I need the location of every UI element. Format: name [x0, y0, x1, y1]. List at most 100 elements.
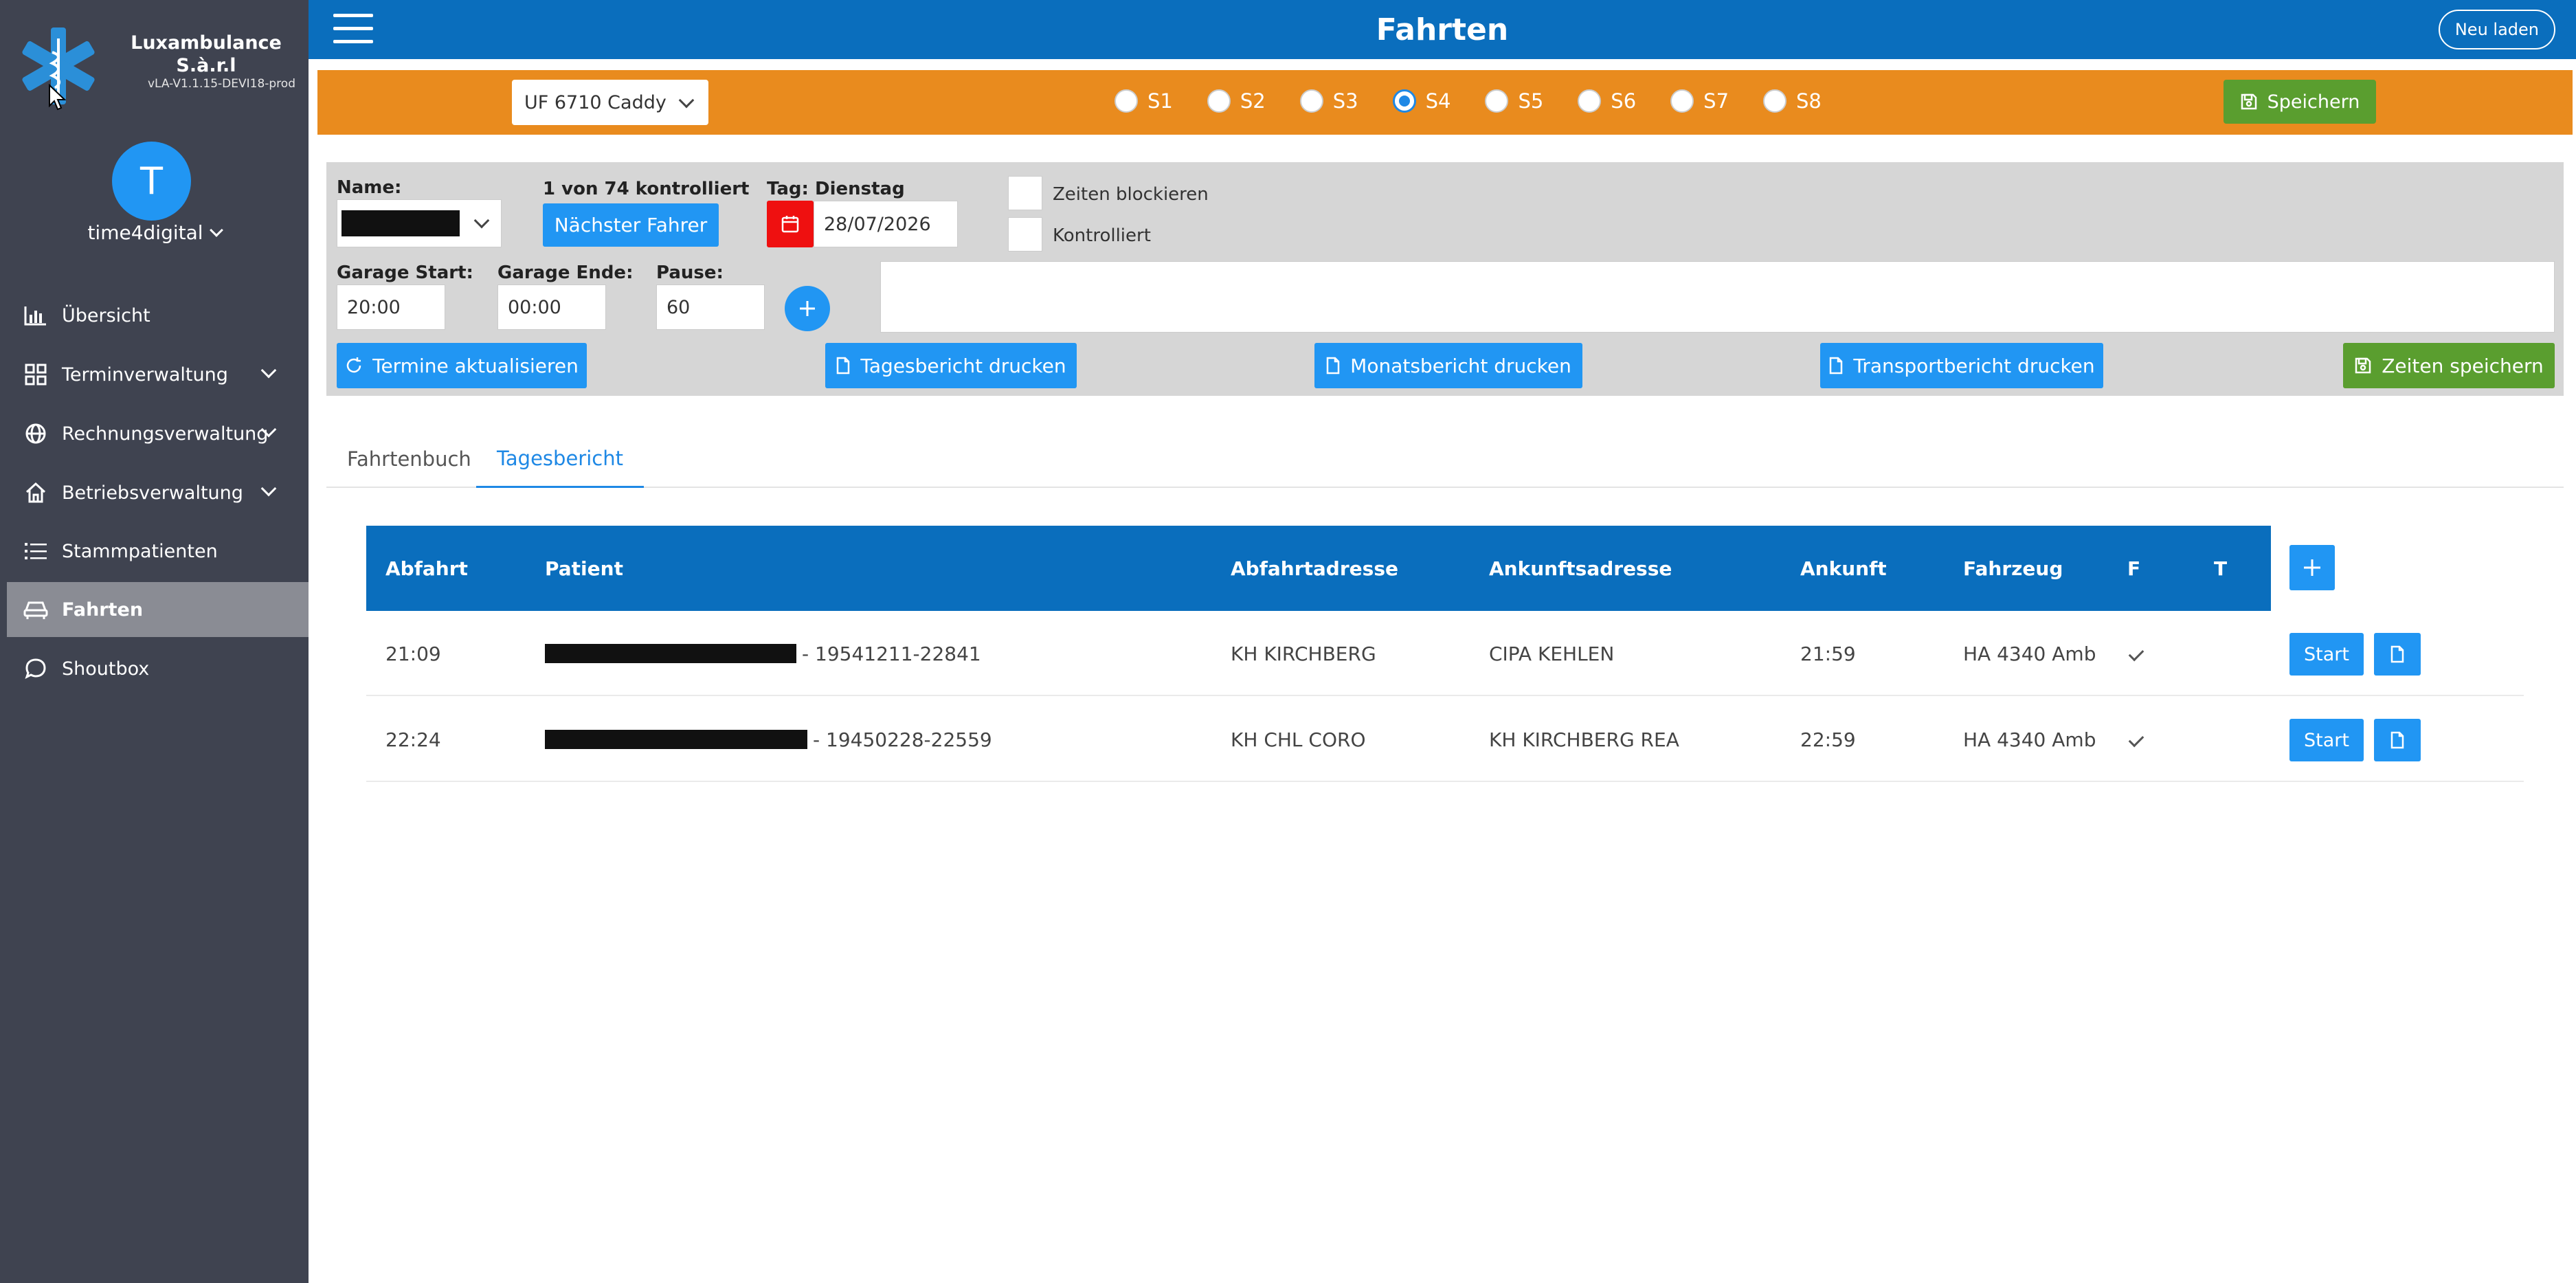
radio-label: S7 — [1703, 89, 1729, 113]
radio-circle[interactable] — [1207, 89, 1231, 113]
column-header: Patient — [545, 557, 623, 580]
pause-input[interactable]: 60 — [656, 285, 765, 330]
radio-label: S1 — [1147, 89, 1173, 113]
user-menu[interactable]: time4digital — [0, 221, 309, 244]
shift-radio-s2[interactable]: S2 — [1207, 89, 1266, 113]
radio-label: S2 — [1240, 89, 1266, 113]
radio-label: S8 — [1796, 89, 1822, 113]
button-label: Transportbericht drucken — [1853, 354, 2095, 377]
save-button-label: Speichern — [2267, 91, 2360, 113]
controlled-count: 1 von 74 kontrolliert — [543, 179, 750, 199]
date-input[interactable]: 28/07/2026 — [814, 201, 958, 247]
next-driver-button[interactable]: Nächster Fahrer — [543, 203, 719, 247]
chevron-down-icon — [473, 212, 490, 229]
column-header: T — [2214, 557, 2228, 580]
refresh-appointments-button[interactable]: Termine aktualisieren — [337, 343, 587, 388]
shift-toolbar: UF 6710 Caddy S1 S2 S3 S4 S5 S6 S7 S8 Sp… — [317, 70, 2573, 135]
shift-radio-s7[interactable]: S7 — [1670, 89, 1729, 113]
save-times-button[interactable]: Zeiten speichern — [2343, 343, 2555, 388]
cell-ankunft: 21:59 — [1800, 642, 1856, 665]
pdf-file-icon — [1325, 357, 1341, 375]
avatar[interactable]: T — [112, 142, 191, 221]
pdf-file-icon — [1828, 357, 1844, 375]
sidebar-item-terminverwaltung[interactable]: Terminverwaltung — [7, 347, 302, 402]
shift-radio-s3[interactable]: S3 — [1299, 89, 1358, 113]
cell-abfahrt: 21:09 — [385, 642, 441, 665]
tab-fahrtenbuch[interactable]: Fahrtenbuch — [326, 430, 492, 488]
shift-radio-s8[interactable]: S8 — [1763, 89, 1822, 113]
radio-circle[interactable] — [1670, 89, 1694, 113]
sidebar-item-shoutbox[interactable]: Shoutbox — [7, 641, 302, 696]
button-label: Monatsbericht drucken — [1350, 354, 1571, 377]
column-header: F — [2127, 557, 2141, 580]
controlled-checkbox[interactable] — [1008, 217, 1042, 252]
button-label: Zeiten speichern — [2382, 354, 2544, 377]
radio-circle[interactable] — [1115, 89, 1138, 113]
home-icon — [22, 481, 49, 504]
name-label: Name: — [337, 177, 402, 198]
sidebar-item-betriebsverwaltung[interactable]: Betriebsverwaltung — [7, 465, 302, 520]
add-trip-button[interactable] — [2289, 545, 2335, 590]
print-monthly-report-button[interactable]: Monatsbericht drucken — [1314, 343, 1582, 388]
block-times-label: Zeiten blockieren — [1053, 184, 1209, 205]
sidebar-item-stammpatienten[interactable]: Stammpatienten — [7, 524, 302, 579]
cell-ankunft: 22:59 — [1800, 728, 1856, 751]
shift-radio-s5[interactable]: S5 — [1485, 89, 1543, 113]
vehicle-select[interactable]: UF 6710 Caddy — [512, 80, 708, 125]
sidebar-item-rechnungsverwaltung[interactable]: Rechnungsverwaltung — [7, 406, 302, 461]
radio-label: S4 — [1425, 89, 1451, 113]
print-transport-report-button[interactable]: Transportbericht drucken — [1820, 343, 2103, 388]
tab-tagesbericht[interactable]: Tagesbericht — [476, 430, 644, 488]
vehicle-select-value: UF 6710 Caddy — [524, 91, 667, 113]
pdf-button[interactable] — [2374, 719, 2421, 761]
radio-circle[interactable] — [1485, 89, 1509, 113]
garage-start-input[interactable]: 20:00 — [337, 285, 445, 330]
chevron-down-icon — [260, 480, 277, 497]
pdf-file-icon — [836, 357, 851, 375]
print-daily-report-button[interactable]: Tagesbericht drucken — [825, 343, 1077, 388]
column-header: Abfahrt — [385, 557, 468, 580]
check-icon — [2128, 697, 2144, 782]
shift-radio-group: S1 S2 S3 S4 S5 S6 S7 S8 — [1115, 89, 1856, 113]
table-row: 22:24 - 19450228-22559 KH CHL CORO KH KI… — [366, 697, 2524, 782]
sidebar-item-uebersicht[interactable]: Übersicht — [7, 288, 302, 343]
garage-end-input[interactable]: 00:00 — [497, 285, 606, 330]
chevron-down-icon — [678, 92, 695, 109]
cell-patient: - 19541211-22841 — [545, 611, 981, 696]
controlled-label: Kontrolliert — [1053, 225, 1151, 246]
redacted-patient-name — [545, 644, 796, 663]
shift-radio-s4[interactable]: S4 — [1392, 89, 1451, 113]
radio-circle[interactable] — [1763, 89, 1787, 113]
start-button[interactable]: Start — [2289, 633, 2364, 676]
cell-to: KH KIRCHBERG REA — [1489, 728, 1679, 751]
calendar-button[interactable] — [767, 201, 814, 247]
name-select[interactable] — [337, 199, 502, 247]
add-pause-button[interactable] — [785, 286, 830, 331]
radio-circle[interactable] — [1392, 89, 1416, 113]
sidebar-item-label: Übersicht — [62, 304, 150, 326]
radio-circle[interactable] — [1299, 89, 1323, 113]
plus-icon — [800, 301, 815, 316]
button-label: Termine aktualisieren — [372, 354, 579, 377]
block-times-checkbox[interactable] — [1008, 176, 1042, 210]
driver-form-panel: Name: 1 von 74 kontrolliert Nächster Fah… — [326, 162, 2564, 396]
pause-label: Pause: — [656, 263, 724, 283]
mouse-cursor-icon — [49, 84, 66, 111]
pdf-button[interactable] — [2374, 633, 2421, 676]
shift-radio-s6[interactable]: S6 — [1578, 89, 1636, 113]
notes-textarea[interactable] — [880, 261, 2555, 333]
start-button[interactable]: Start — [2289, 719, 2364, 761]
reload-button[interactable]: Neu laden — [2438, 10, 2555, 49]
radio-circle[interactable] — [1578, 89, 1602, 113]
shift-radio-s1[interactable]: S1 — [1115, 89, 1173, 113]
car-icon — [22, 598, 49, 621]
save-button[interactable]: Speichern — [2224, 80, 2376, 124]
refresh-icon — [345, 357, 363, 375]
table-row: 21:09 - 19541211-22841 KH KIRCHBERG CIPA… — [366, 611, 2524, 696]
cell-vehicle: HA 4340 Amb — [1963, 728, 2096, 751]
sidebar-item-label: Betriebsverwaltung — [62, 482, 243, 504]
chat-icon — [22, 657, 49, 680]
chevron-down-icon — [209, 223, 223, 237]
column-header: Ankunftsadresse — [1489, 557, 1672, 580]
sidebar-item-fahrten[interactable]: Fahrten — [7, 582, 309, 637]
